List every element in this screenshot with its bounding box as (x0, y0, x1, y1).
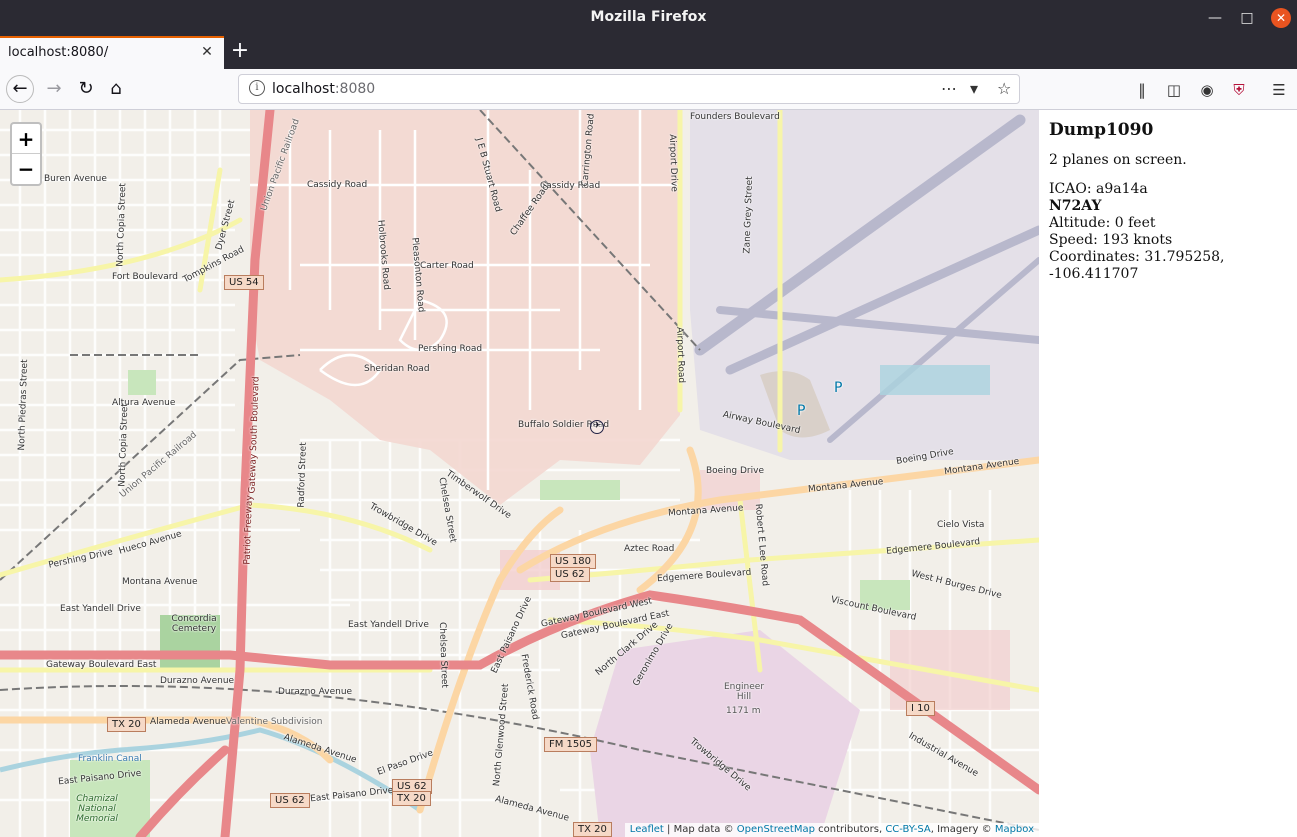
zoom-control: + − (10, 122, 42, 186)
sidebar-icon[interactable]: ◫ (1163, 79, 1185, 101)
route-shield: TX 20 (107, 717, 146, 732)
url-port: :8080 (334, 81, 376, 97)
map-label: Cielo Vista (937, 520, 985, 530)
icao-value: ICAO: a9a14a (1049, 181, 1148, 197)
route-shield: US 54 (224, 275, 264, 290)
route-shield: TX 20 (392, 791, 431, 806)
panel-title: Dump1090 (1049, 120, 1154, 140)
forward-icon[interactable]: → (40, 75, 68, 103)
leaflet-link[interactable]: Leaflet (630, 824, 664, 835)
map-label: Pershing Road (418, 344, 483, 354)
info-panel: Dump1090 2 planes on screen. ICAO: a9a14… (1039, 110, 1297, 837)
back-icon[interactable]: ← (6, 75, 34, 103)
map-label: Founders Boulevard (690, 112, 780, 122)
fort-bliss-area (250, 110, 680, 505)
menu-icon[interactable]: ☰ (1268, 79, 1290, 101)
map-label: Buren Avenue (44, 174, 107, 184)
coordinates-value: Coordinates: 31.795258, (1049, 249, 1225, 265)
account-icon[interactable]: ◉ (1196, 79, 1218, 101)
planes-count: 2 planes on screen. (1049, 152, 1187, 168)
route-shield: TX 20 (573, 822, 612, 837)
map-label: 1171 m (726, 706, 761, 716)
map-label: Valentine Subdivision (226, 717, 323, 727)
tab-localhost[interactable]: localhost:8080/ ✕ (0, 36, 224, 69)
map-label: Airport Drive (666, 134, 679, 192)
speed-value: Speed: 193 knots (1049, 232, 1173, 248)
pocket-icon[interactable]: ▾ (970, 79, 978, 98)
map-label: Durazno Avenue (278, 687, 353, 697)
map-label: Cassidy Road (307, 180, 368, 190)
map-label: Fort Boulevard (112, 272, 178, 282)
engineer-hill-area (590, 630, 860, 837)
map-label: Engineer Hill (723, 682, 765, 702)
map-label: Gateway Boulevard East (46, 660, 157, 670)
zoom-out-button[interactable]: − (12, 154, 40, 184)
map-attribution: Leaflet | Map data © OpenStreetMap contr… (624, 823, 1039, 837)
map-label: Aztec Road (624, 544, 675, 554)
map-label: Montana Avenue (122, 577, 198, 587)
tab-label: localhost:8080/ (8, 45, 109, 60)
new-tab-icon[interactable]: + (228, 40, 252, 64)
window-title: Mozilla Firefox (590, 9, 707, 25)
map-label: Carter Road (420, 261, 474, 271)
map-label: Alameda Avenue (150, 717, 227, 727)
callsign-value: N72AY (1049, 198, 1102, 214)
reload-icon[interactable]: ↻ (72, 75, 100, 103)
attribution-text: contributors, (814, 824, 886, 835)
url-text[interactable]: localhost:8080 (272, 81, 375, 97)
map-view[interactable]: Founders Boulevard Buren Avenue Cassidy … (0, 110, 1039, 837)
site-info-icon[interactable]: i (249, 80, 265, 96)
zoom-in-button[interactable]: + (12, 124, 40, 154)
map-label: Franklin Canal (78, 754, 142, 764)
title-bar: Mozilla Firefox — □ ✕ (0, 0, 1297, 36)
route-shield: I 10 (906, 701, 935, 716)
map-label: Durazno Avenue (160, 676, 235, 686)
minimize-icon[interactable]: — (1205, 8, 1225, 28)
map-label: Boeing Drive (706, 466, 764, 476)
route-shield: US 62 (550, 567, 590, 582)
plane-marker-icon[interactable]: ✈ (590, 420, 604, 434)
bookmark-star-icon[interactable]: ☆ (997, 79, 1011, 98)
url-host: localhost (272, 81, 335, 97)
osm-link[interactable]: OpenStreetMap (737, 824, 815, 835)
url-bar[interactable]: i localhost:8080 ⋯ ▾ ☆ (238, 74, 1020, 104)
parking-icon: P (797, 403, 806, 419)
home-icon[interactable]: ⌂ (102, 75, 130, 103)
nav-bar: ← → ↻ ⌂ i localhost:8080 ⋯ ▾ ☆ ‖ ◫ ◉ ⛨ ☰ (0, 69, 1297, 110)
page-actions-icon[interactable]: ⋯ (941, 79, 957, 98)
map-label: Chamizal National Memorial (76, 794, 118, 824)
ublock-icon[interactable]: ⛨ (1228, 79, 1250, 101)
close-tab-icon[interactable]: ✕ (199, 44, 215, 60)
attribution-text: | Map data © (663, 824, 737, 835)
close-window-icon[interactable]: ✕ (1271, 8, 1291, 28)
tab-strip: localhost:8080/ ✕ + (0, 36, 1297, 69)
coordinates-value-2: -106.411707 (1049, 266, 1139, 282)
library-icon[interactable]: ‖ (1131, 79, 1153, 101)
map-label: East Yandell Drive (60, 604, 141, 614)
maximize-icon[interactable]: □ (1237, 8, 1257, 28)
attribution-text: , Imagery © (930, 824, 995, 835)
route-shield: FM 1505 (544, 737, 598, 752)
parking-icon: P (834, 380, 843, 396)
map-label: Sheridan Road (364, 364, 430, 374)
airport-water (880, 365, 990, 395)
ccbysa-link[interactable]: CC-BY-SA (885, 824, 930, 835)
route-shield: US 62 (270, 793, 310, 808)
map-label: Airport Road (674, 326, 687, 384)
mapbox-link[interactable]: Mapbox (995, 824, 1034, 835)
map-label: East Yandell Drive (348, 620, 429, 630)
map-label: Concordia Cemetery (171, 614, 217, 634)
altitude-value: Altitude: 0 feet (1049, 215, 1156, 231)
